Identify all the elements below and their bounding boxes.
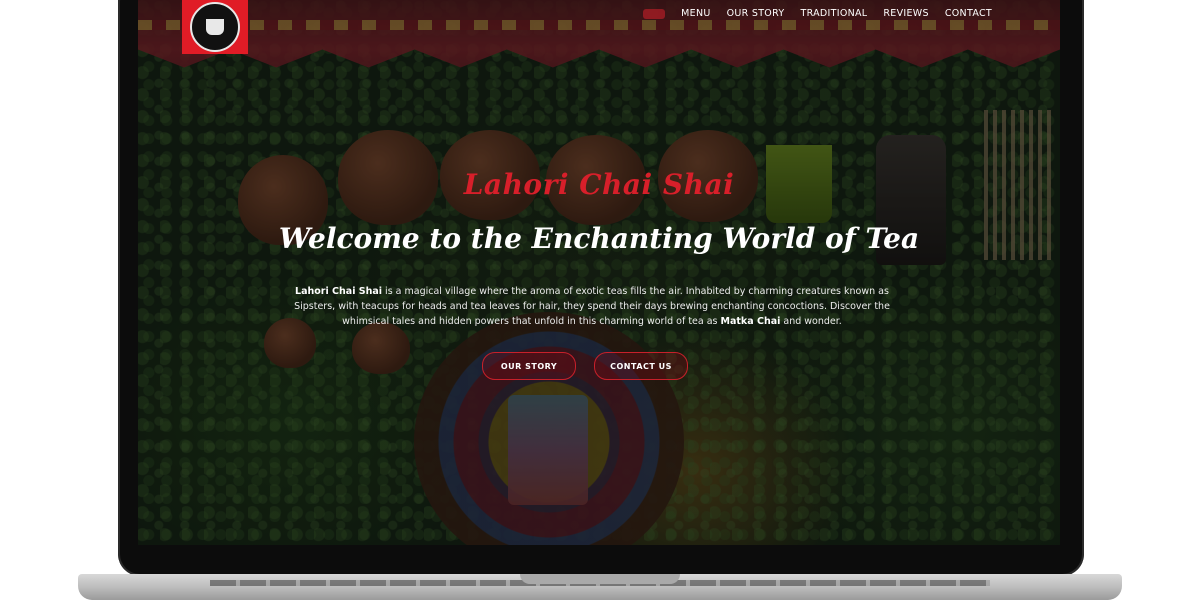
nav-our-story[interactable]: OUR STORY: [727, 8, 785, 19]
hero-text-end: and wonder.: [780, 315, 842, 327]
hero-text-emphasis: Matka Chai: [720, 315, 781, 327]
laptop-notch: [520, 574, 680, 584]
teacup-icon: [206, 19, 224, 35]
logo[interactable]: [182, 0, 248, 54]
logo-emblem: [190, 2, 240, 52]
hero-description: Lahori Chai Shai is a magical village wh…: [292, 284, 892, 329]
our-story-button[interactable]: OUR STORY: [482, 352, 576, 380]
hero-title: Welcome to the Enchanting World of Tea: [278, 222, 920, 255]
brand-title: Lahori Chai Shai: [463, 168, 735, 201]
dark-overlay: [138, 0, 1060, 545]
nav-reviews[interactable]: REVIEWS: [883, 8, 928, 19]
contact-us-button[interactable]: CONTACT US: [594, 352, 688, 380]
hero-text-brand: Lahori Chai Shai: [295, 285, 383, 297]
nav-home-marker[interactable]: [643, 8, 666, 19]
main-nav: MENU OUR STORY TRADITIONAL REVIEWS CONTA…: [643, 8, 992, 19]
nav-traditional[interactable]: TRADITIONAL: [800, 8, 867, 19]
nav-menu[interactable]: MENU: [681, 8, 710, 19]
website-screen: MENU OUR STORY TRADITIONAL REVIEWS CONTA…: [138, 0, 1060, 545]
nav-contact[interactable]: CONTACT: [945, 8, 992, 19]
